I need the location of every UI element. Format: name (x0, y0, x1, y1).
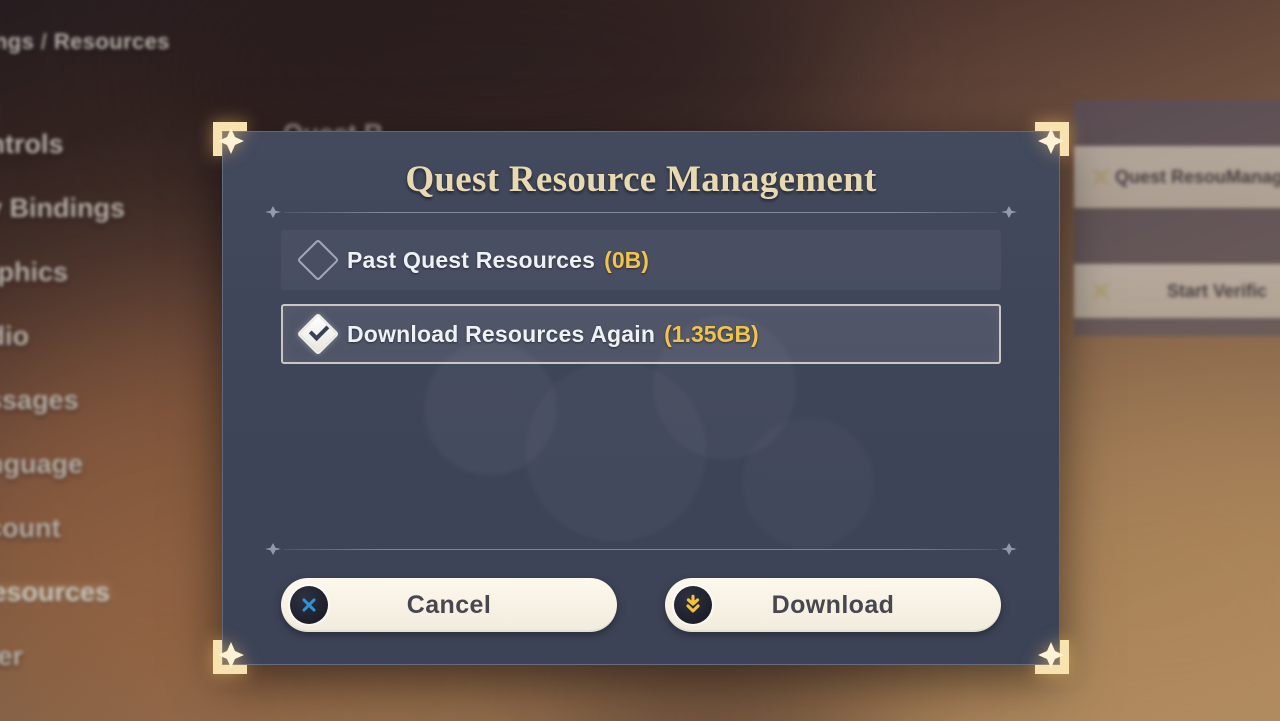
quest-resource-management-dialog: Quest Resource Management Past Quest Res… (213, 122, 1069, 674)
cancel-button-label: Cancel (406, 590, 492, 619)
option-label: Download Resources Again (347, 320, 656, 347)
divider-line (284, 211, 998, 213)
diamond-checkbox-unchecked-icon[interactable] (296, 238, 340, 282)
option-label: Past Quest Resources (347, 246, 596, 273)
divider-bottom (265, 542, 1017, 556)
divider-diamond-icon (1001, 543, 1017, 555)
divider-line (284, 548, 998, 550)
dialog-footer: Cancel Download (281, 578, 1001, 632)
divider-top (265, 205, 1017, 219)
corner-ornament-icon (213, 122, 247, 156)
download-button[interactable]: Download (665, 578, 1001, 632)
diamond-checkbox-checked-icon[interactable] (296, 312, 340, 356)
option-size: (1.35GB) (664, 320, 759, 347)
option-size: (0B) (604, 246, 649, 273)
cancel-button[interactable]: Cancel (281, 578, 617, 632)
corner-ornament-icon (1035, 122, 1069, 156)
dialog-title: Quest Resource Management (405, 159, 877, 200)
corner-ornament-icon (1035, 640, 1069, 674)
download-button-label: Download (771, 590, 895, 619)
option-row-download-resources-again[interactable]: Download Resources Again (1.35GB) (281, 304, 1001, 364)
corner-ornament-icon (213, 640, 247, 674)
divider-diamond-icon (265, 543, 281, 555)
close-x-icon (290, 586, 328, 624)
game-settings-screen: ttings / Resources ontrols ey Bindings r… (0, 0, 1280, 721)
resource-options-list: Past Quest Resources (0B) Download Resou… (281, 230, 1001, 378)
divider-diamond-icon (1001, 206, 1017, 218)
option-row-past-quest-resources[interactable]: Past Quest Resources (0B) (281, 230, 1001, 290)
download-arrow-icon (674, 586, 712, 624)
divider-diamond-icon (265, 206, 281, 218)
